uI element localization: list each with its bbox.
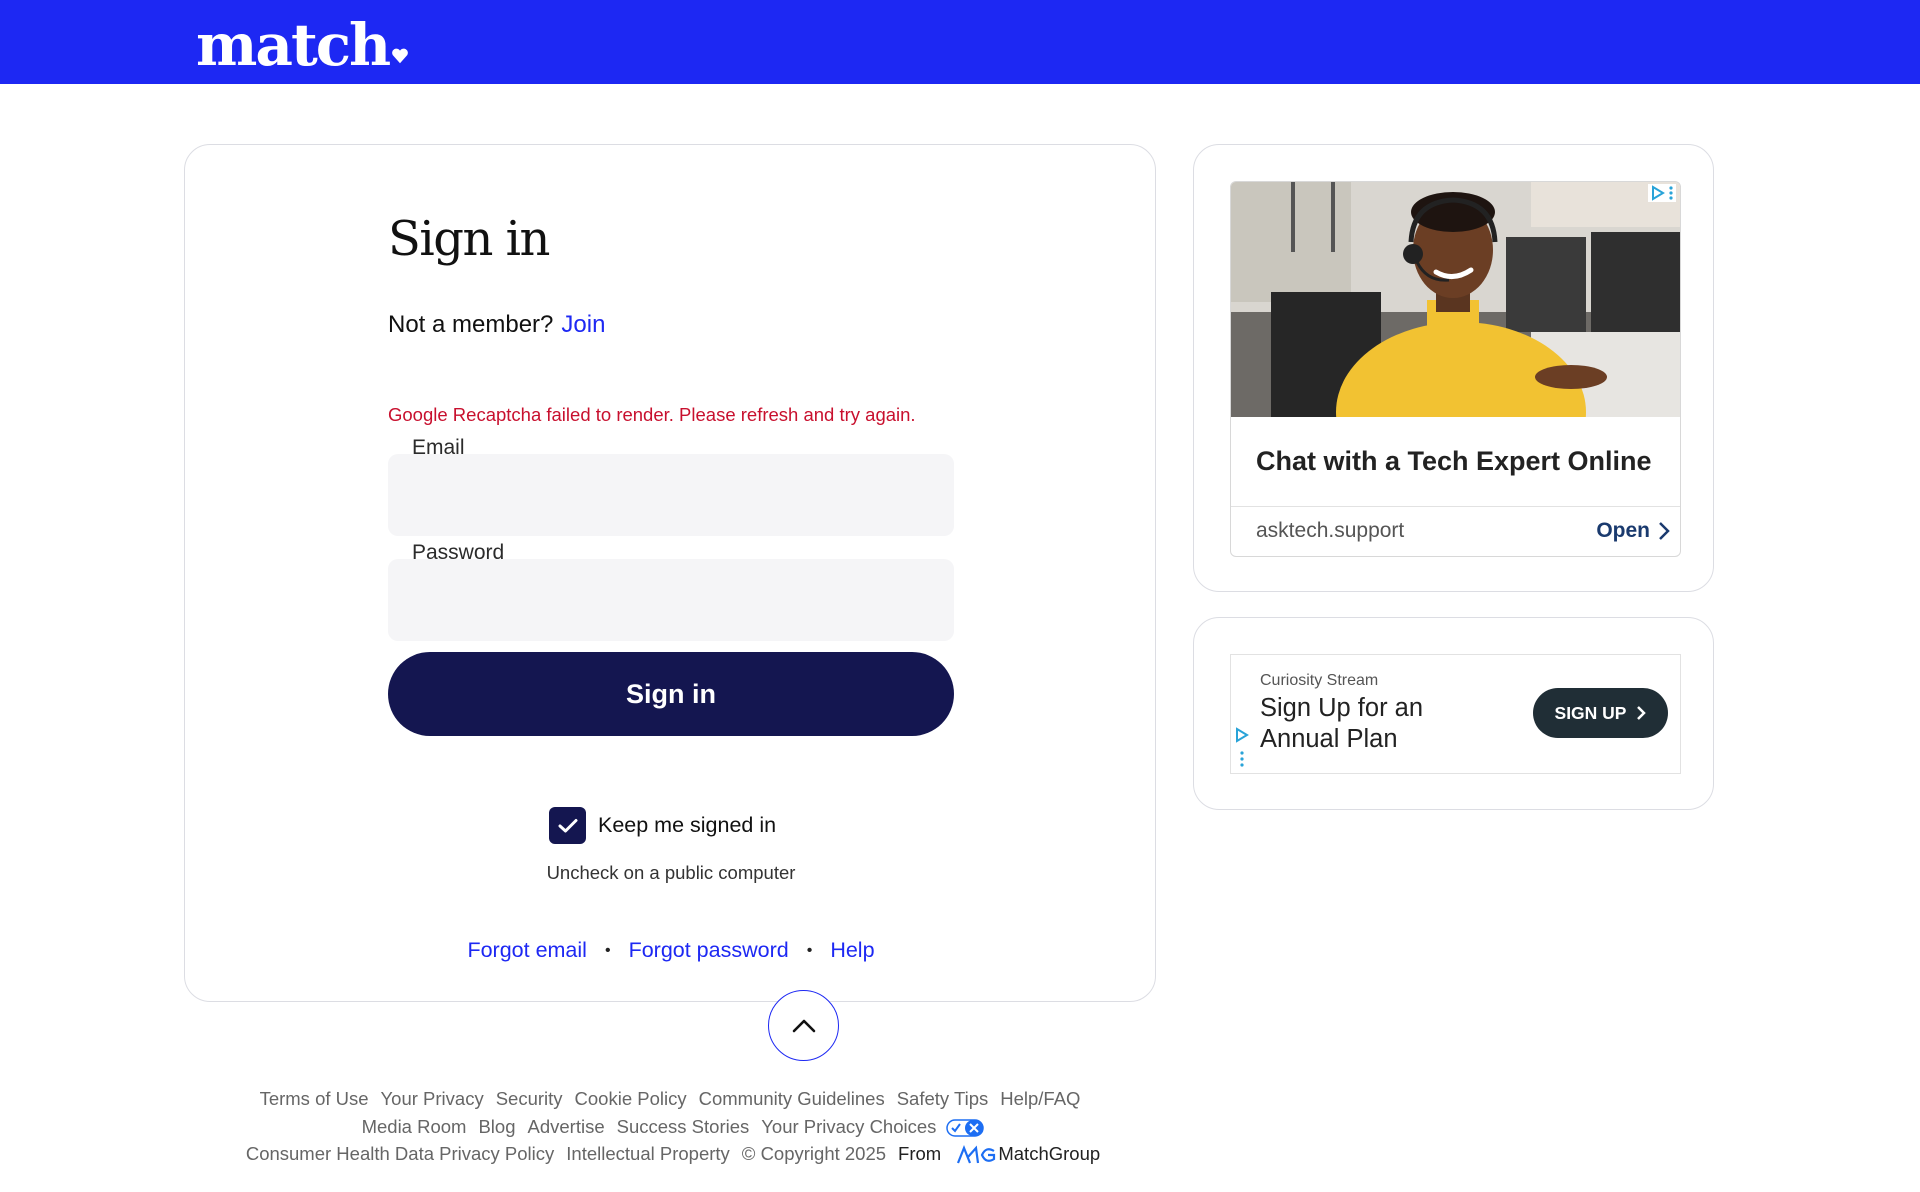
sign-in-button[interactable]: Sign in	[388, 652, 954, 736]
checkmark-icon	[558, 818, 577, 832]
tech-support-agent-photo	[1231, 182, 1680, 417]
ad-tech-support[interactable]: Chat with a Tech Expert Online asktech.s…	[1230, 181, 1681, 557]
footer-link[interactable]: Community Guidelines	[699, 1088, 885, 1109]
keep-signed-in-label: Keep me signed in	[598, 813, 777, 837]
heart-icon	[392, 48, 409, 64]
footer-link[interactable]: Consumer Health Data Privacy Policy	[246, 1143, 554, 1164]
site-footer: Terms of Use Your Privacy Security Cookie P…	[184, 1085, 1156, 1168]
recaptcha-error-message: Google Recaptcha failed to render. Pleas…	[388, 404, 916, 425]
footer-link[interactable]: Advertise	[528, 1116, 605, 1137]
footer-link[interactable]: Media Room	[362, 1116, 467, 1137]
separator-dot: •	[604, 942, 611, 960]
matchgroup-text: MatchGroup	[998, 1143, 1101, 1164]
footer-link[interactable]: Cookie Policy	[575, 1088, 687, 1109]
scroll-to-top-button[interactable]	[768, 990, 839, 1061]
privacy-choices-icon[interactable]	[946, 1118, 985, 1137]
ad-curiosity-stream[interactable]: Curiosity Stream Sign Up for an Annual P…	[1230, 654, 1681, 774]
ad1-open-button[interactable]: Open	[1596, 519, 1650, 543]
chevron-right-icon	[1637, 706, 1647, 720]
ad-choices-badge[interactable]	[1648, 184, 1676, 202]
password-field-container	[388, 559, 954, 641]
footer-row-1: Terms of Use Your Privacy Security Cookie P…	[184, 1085, 1156, 1113]
footer-link[interactable]: Your Privacy Choices	[761, 1116, 936, 1137]
more-options-icon	[1240, 751, 1244, 767]
footer-row-2: Media Room Blog Advertise Success Stories Yo…	[184, 1113, 1156, 1141]
ad2-signup-label: SIGN UP	[1554, 702, 1627, 723]
ad1-footer: asktech.support Open	[1231, 506, 1680, 556]
footer-link[interactable]: Success Stories	[617, 1116, 750, 1137]
adchoices-icon	[1652, 185, 1665, 201]
footer-link[interactable]: Help/FAQ	[1000, 1088, 1080, 1109]
forgot-password-link[interactable]: Forgot password	[629, 938, 789, 962]
match-logo[interactable]: match	[196, 10, 409, 80]
more-options-icon	[1669, 186, 1673, 200]
keep-signed-in[interactable]: Keep me signed in	[549, 807, 776, 844]
ad-panel-2: Curiosity Stream Sign Up for an Annual P…	[1193, 617, 1714, 810]
not-member-line: Not a member? Join	[388, 311, 605, 339]
from-label: From	[898, 1143, 942, 1164]
keep-signed-in-checkbox[interactable]	[549, 807, 586, 844]
chevron-up-icon	[792, 1019, 815, 1032]
ad2-signup-button[interactable]: SIGN UP	[1533, 688, 1668, 738]
ad-panel-1: Chat with a Tech Expert Online asktech.s…	[1193, 144, 1714, 592]
email-field[interactable]	[388, 454, 954, 536]
uncheck-hint: Uncheck on a public computer	[546, 862, 796, 883]
chevron-right-icon	[1659, 522, 1670, 540]
footer-link[interactable]: Intellectual Property	[566, 1143, 730, 1164]
footer-link[interactable]: Blog	[478, 1116, 515, 1137]
copyright-text: © Copyright 2025	[741, 1143, 887, 1164]
ad2-title: Sign Up for an Annual Plan	[1260, 694, 1424, 753]
separator-dot: •	[806, 942, 813, 960]
forgot-email-link[interactable]: Forgot email	[467, 938, 587, 962]
footer-link[interactable]: Safety Tips	[897, 1088, 989, 1109]
top-header-bar: match	[0, 0, 1920, 84]
email-field-container	[388, 454, 954, 536]
help-link[interactable]: Help	[830, 938, 874, 962]
footer-link[interactable]: Terms of Use	[260, 1088, 369, 1109]
footer-link[interactable]: Security	[496, 1088, 563, 1109]
join-link[interactable]: Join	[561, 311, 605, 338]
signin-card: Sign in Not a member? Join Google Recaptc…	[184, 144, 1156, 1002]
adchoices-icon	[1236, 727, 1249, 743]
ad2-brand: Curiosity Stream	[1260, 672, 1379, 689]
footer-link[interactable]: Your Privacy	[381, 1088, 484, 1109]
footer-row-3: Consumer Health Data Privacy Policy Intel…	[184, 1140, 1156, 1168]
matchgroup-logo-icon	[957, 1145, 996, 1164]
help-links: Forgot email • Forgot password • Help	[185, 938, 1157, 963]
ad1-domain: asktech.support	[1256, 519, 1405, 542]
ad-choices-badge[interactable]	[1235, 727, 1249, 768]
not-member-text: Not a member?	[388, 311, 554, 338]
ad1-title: Chat with a Tech Expert Online	[1256, 446, 1652, 476]
password-field[interactable]	[388, 559, 954, 641]
logo-text: match	[196, 11, 391, 79]
page-title: Sign in	[388, 211, 550, 267]
